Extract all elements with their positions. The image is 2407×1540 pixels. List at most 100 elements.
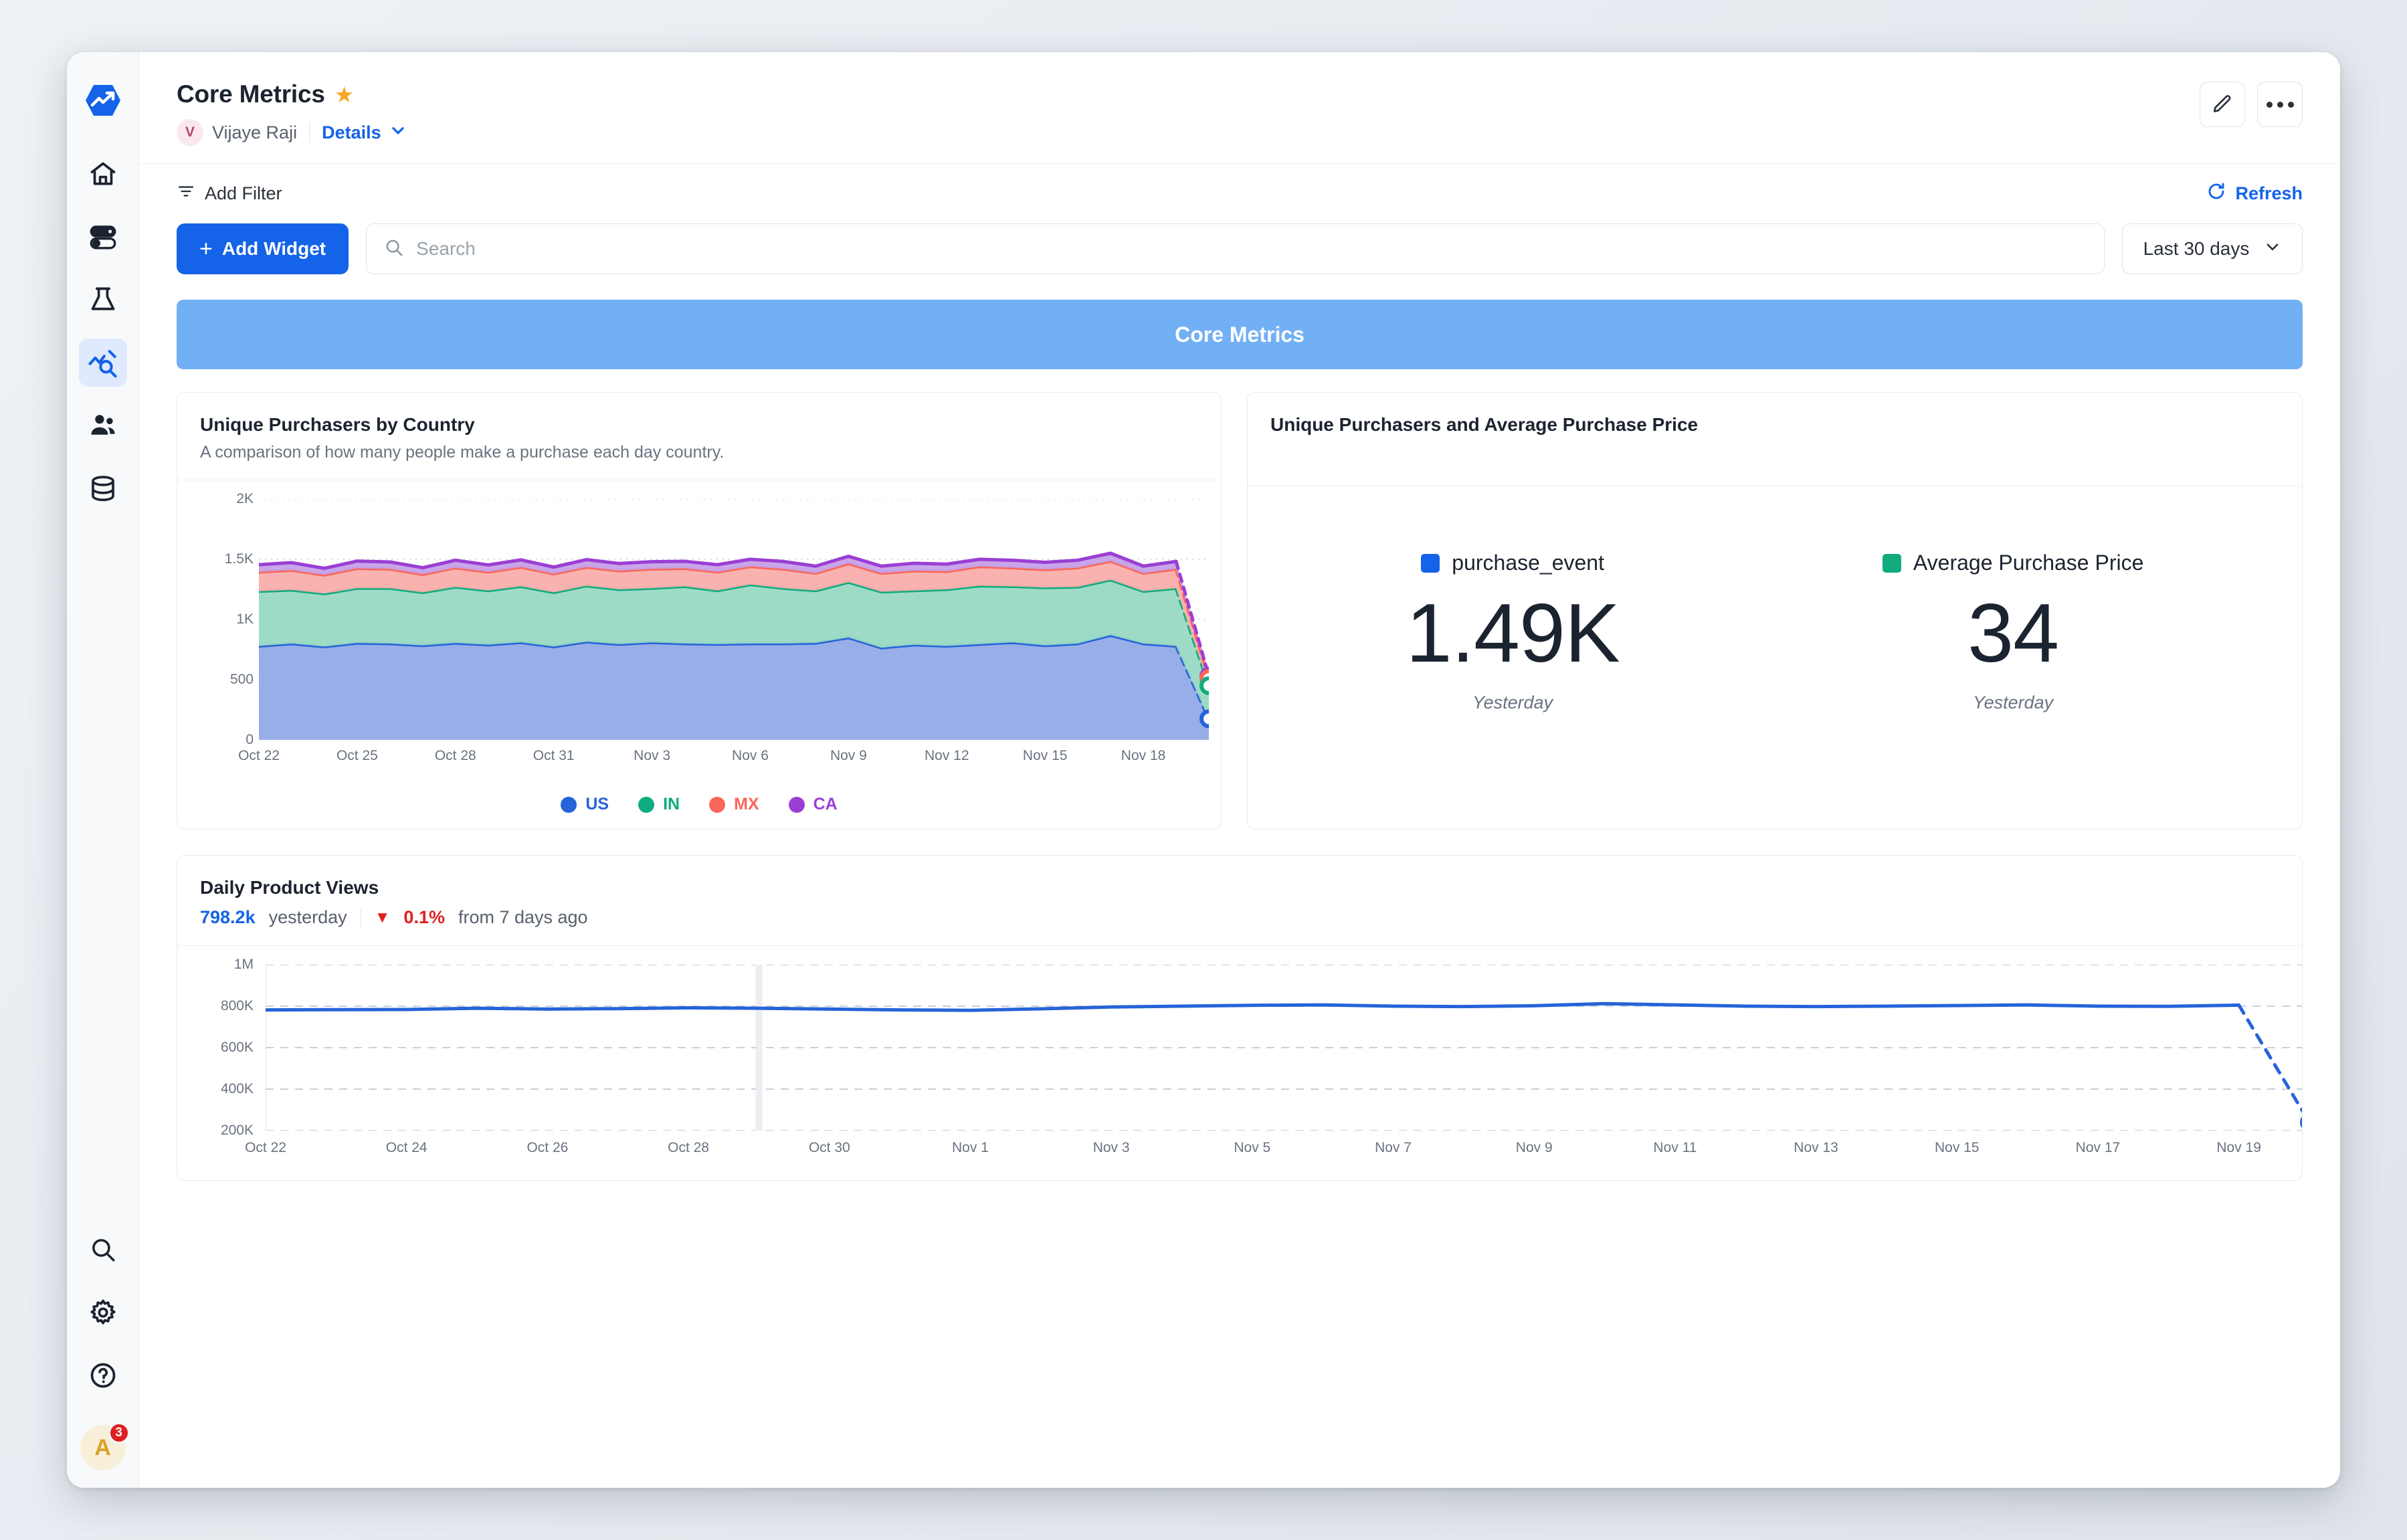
y-tick-label: 1K — [236, 611, 254, 627]
owner-chip: V Vijaye Raji — [177, 119, 297, 146]
widget-title: Daily Product Views — [200, 877, 379, 898]
widget-body: 200K 400K 600K 800K 1M Oct 22 Oct 24 Oct 26 Oct… — [177, 946, 2302, 1180]
area-chart-legend: US IN MX CA — [192, 795, 1206, 814]
toolbar-row-search: + Add Widget Last 30 days — [177, 223, 2303, 274]
details-dropdown[interactable]: Details — [322, 122, 407, 144]
kpi-tile: purchase_event 1.49K Yesterday — [1406, 551, 1620, 713]
toolbar-row-filters: Add Filter Refresh — [177, 181, 2303, 206]
star-icon[interactable]: ★ — [334, 84, 355, 106]
widget-subtitle: A comparison of how many people make a p… — [200, 443, 725, 462]
summary-value-suffix: yesterday — [268, 907, 347, 927]
widget-body: 0 500 1K 1.5K 2K Oct 22 Oct 25 Oct 28 Oct 31 Nov… — [177, 480, 1221, 829]
dashboard-content: Core Metrics Unique Purchasers by Countr… — [139, 274, 2340, 1488]
x-tick-label: Nov 6 — [732, 748, 769, 763]
pencil-icon — [2212, 92, 2233, 117]
refresh-button[interactable]: Refresh — [2206, 181, 2303, 206]
legend-item[interactable]: MX — [709, 795, 759, 814]
area-chart[interactable]: 0 500 1K 1.5K 2K Oct 22 Oct 25 Oct 28 Oct 31 Nov… — [192, 491, 1209, 780]
header-actions — [2200, 82, 2303, 127]
x-tick-label: Oct 31 — [533, 748, 575, 763]
x-tick-label: Nov 3 — [1092, 1140, 1130, 1155]
sidebar-item-metrics[interactable] — [78, 339, 127, 387]
x-tick-label: Oct 25 — [336, 748, 378, 763]
trend-percent: 0.1% — [403, 907, 445, 927]
more-options-button[interactable] — [2257, 82, 2303, 127]
home-icon — [88, 159, 118, 189]
legend-label: CA — [813, 795, 838, 813]
details-label: Details — [322, 122, 381, 142]
toggles-icon — [88, 221, 118, 252]
sidebar-item-audiences[interactable] — [79, 401, 127, 450]
x-tick-label: Oct 30 — [808, 1140, 850, 1155]
sidebar-item-data[interactable] — [79, 464, 127, 512]
y-tick-label: 200K — [220, 1123, 254, 1138]
kpi-name: Average Purchase Price — [1913, 551, 2144, 575]
line-chart-y-axis: 200K 400K 600K 800K 1M — [192, 957, 254, 1138]
add-filter-button[interactable]: Add Filter — [177, 182, 282, 205]
sidebar-item-logo[interactable] — [79, 76, 127, 124]
kpi-row: purchase_event 1.49K Yesterday Average Purc… — [1248, 486, 2302, 787]
ellipsis-icon — [2266, 101, 2294, 108]
sidebar-item-help[interactable] — [79, 1351, 127, 1400]
x-tick-label: Nov 11 — [1653, 1140, 1697, 1155]
add-widget-button[interactable]: + Add Widget — [177, 223, 349, 274]
sidebar-item-experiments[interactable] — [79, 276, 127, 324]
y-tick-label: 600K — [220, 1040, 254, 1055]
y-tick-label: 0 — [246, 732, 254, 747]
legend-label: IN — [663, 795, 680, 813]
kpi-tile: Average Purchase Price 34 Yesterday — [1882, 551, 2144, 713]
sidebar-item-search[interactable] — [79, 1226, 127, 1274]
sidebar-item-feature-gates[interactable] — [79, 213, 127, 261]
sidebar-item-settings[interactable] — [79, 1288, 127, 1337]
summary-value: 798.2k — [200, 907, 256, 927]
legend-item[interactable]: US — [561, 795, 609, 814]
people-icon — [88, 411, 118, 440]
legend-item[interactable]: IN — [638, 795, 680, 814]
sidebar-item-home[interactable] — [79, 150, 127, 198]
user-avatar-wrapper: A 3 — [80, 1422, 130, 1470]
app-window: A 3 Core Metrics ★ V Vijaye Raji Details — [67, 52, 2340, 1488]
x-tick-label: Oct 22 — [245, 1140, 286, 1155]
search-icon — [89, 1236, 117, 1264]
line-chart[interactable]: 200K 400K 600K 800K 1M Oct 22 Oct 24 Oct 26 Oct… — [192, 957, 2302, 1165]
search-input[interactable] — [416, 238, 2087, 260]
y-tick-label: 1M — [233, 957, 254, 972]
kpi-color-swatch — [1882, 553, 1901, 573]
area-chart-y-axis: 0 500 1K 1.5K 2K — [192, 491, 254, 747]
owner-avatar: V — [177, 119, 203, 146]
x-tick-label: Nov 18 — [1121, 748, 1166, 763]
gear-icon — [88, 1298, 118, 1327]
kpi-name: purchase_event — [1452, 551, 1604, 575]
x-tick-label: Nov 9 — [830, 748, 867, 763]
kpi-period: Yesterday — [1472, 692, 1553, 712]
flask-icon — [88, 285, 118, 314]
edit-button[interactable] — [2200, 82, 2245, 127]
page-header: Core Metrics ★ V Vijaye Raji Details — [139, 52, 2340, 164]
kpi-period: Yesterday — [1973, 692, 2054, 712]
x-tick-label: Nov 3 — [634, 748, 671, 763]
widget-unique-purchasers-and-avg-price: Unique Purchasers and Average Purchase P… — [1247, 392, 2303, 830]
x-tick-label: Nov 19 — [2216, 1140, 2261, 1155]
owner-name: Vijaye Raji — [212, 122, 298, 142]
widget-header: Daily Product Views 798.2k yesterday ▼ 0… — [177, 856, 2302, 946]
section-banner: Core Metrics — [177, 300, 2303, 369]
widget-summary: 798.2k yesterday ▼ 0.1% from 7 days ago — [200, 907, 2279, 928]
statsig-logo-icon — [85, 84, 121, 117]
x-tick-label: Nov 12 — [924, 748, 969, 763]
legend-label: MX — [734, 795, 759, 813]
sidebar: A 3 — [67, 52, 139, 1488]
widget-unique-purchasers-by-country: Unique Purchasers by Country A compariso… — [177, 392, 1222, 830]
page-meta-row: V Vijaye Raji Details — [177, 119, 2303, 146]
search-box[interactable] — [366, 223, 2105, 274]
widget-header: Unique Purchasers and Average Purchase P… — [1248, 393, 2302, 486]
date-range-select[interactable]: Last 30 days — [2122, 223, 2303, 274]
notification-badge: 3 — [108, 1422, 130, 1444]
sidebar-top-group — [78, 76, 127, 527]
widget-title: Unique Purchasers and Average Purchase P… — [1270, 414, 1699, 435]
legend-item[interactable]: CA — [788, 795, 838, 814]
trend-text: from 7 days ago — [458, 907, 588, 927]
widget-title: Unique Purchasers by Country — [200, 414, 475, 435]
y-tick-label: 800K — [220, 998, 254, 1014]
add-filter-label: Add Filter — [205, 183, 282, 203]
x-tick-label: Oct 22 — [238, 748, 280, 763]
